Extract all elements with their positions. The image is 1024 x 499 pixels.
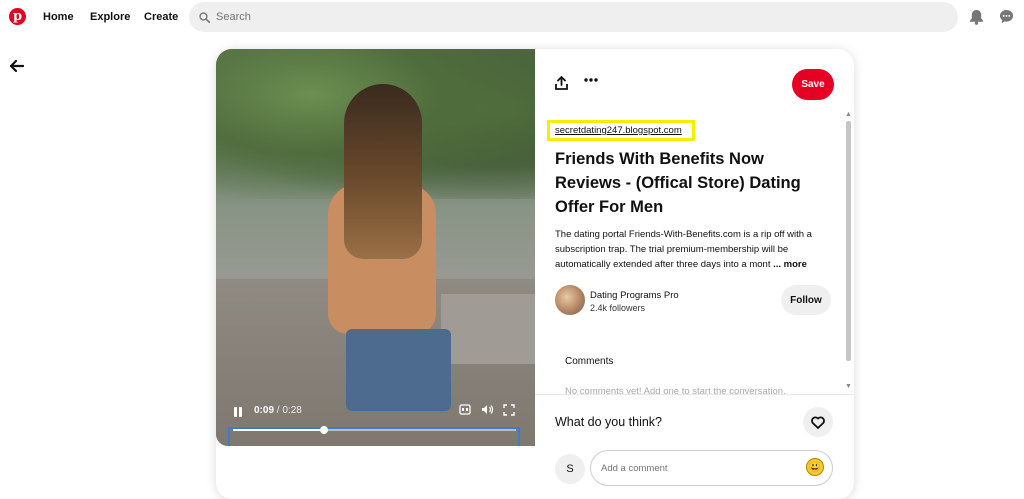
top-nav-bar: p Home Explore Create Search (0, 0, 1024, 34)
user-avatar[interactable]: S (555, 454, 585, 484)
scroll-up-icon[interactable]: ▲ (845, 111, 852, 118)
pin-details-pane: Save secretdating247.blogspot.com Friend… (535, 49, 854, 499)
creator-name[interactable]: Dating Programs Pro (590, 290, 679, 301)
video-player[interactable]: 0:09 / 0:28 (216, 49, 535, 446)
source-link[interactable]: secretdating247.blogspot.com (555, 125, 682, 136)
scroll-down-icon[interactable]: ▼ (845, 383, 852, 390)
current-time: 0:09 (254, 405, 275, 416)
more-link[interactable]: ... more (773, 259, 807, 270)
search-input[interactable]: Search (216, 11, 251, 23)
duration: / 0:28 (276, 405, 302, 416)
pin-title: Friends With Benefits Now Reviews - (Off… (555, 150, 801, 216)
progress-knob[interactable] (319, 426, 328, 434)
search-icon (199, 11, 210, 23)
notifications-bell-icon[interactable] (969, 9, 984, 25)
captions-icon[interactable] (459, 404, 471, 415)
pin-details-scroll[interactable]: secretdating247.blogspot.com Friends Wit… (535, 111, 854, 394)
comment-prompt: What do you think? (555, 415, 663, 429)
nav-home-link[interactable]: Home (43, 11, 74, 23)
heart-icon (811, 416, 825, 429)
emoji-picker-icon[interactable]: 😃 (806, 458, 824, 476)
video-controls: 0:09 / 0:28 (216, 399, 535, 446)
more-options-icon[interactable] (584, 77, 598, 83)
video-subject (316, 84, 451, 424)
creator-row: Dating Programs Pro 2.4k followers Follo… (555, 285, 835, 317)
comments-heading[interactable]: Comments (565, 356, 613, 367)
divider (535, 394, 854, 395)
pin-card: 0:09 / 0:28 Save secretdating247.blogspo… (216, 49, 854, 499)
comment-input[interactable] (590, 450, 833, 486)
follow-button[interactable]: Follow (781, 285, 831, 315)
messages-icon[interactable] (999, 9, 1014, 24)
nav-create-link[interactable]: Create (144, 11, 178, 23)
comments-empty-text: No comments yet! Add one to start the co… (565, 386, 786, 394)
pause-icon[interactable] (233, 406, 243, 418)
volume-icon[interactable] (481, 404, 494, 415)
follower-count: 2.4k followers (590, 303, 646, 313)
details-scrollbar[interactable]: ▲ ▼ (843, 111, 853, 394)
scrollbar-thumb[interactable] (846, 121, 851, 361)
search-bar[interactable]: Search (189, 2, 958, 32)
video-time: 0:09 / 0:28 (254, 405, 302, 416)
pin-description: The dating portal Friends-With-Benefits.… (555, 227, 825, 272)
pinterest-logo-icon[interactable]: p (9, 8, 26, 25)
video-progress-bar[interactable] (233, 426, 516, 434)
save-button[interactable]: Save (792, 69, 834, 100)
source-link-highlight: secretdating247.blogspot.com (547, 120, 695, 141)
share-icon[interactable] (555, 76, 568, 90)
back-arrow-icon[interactable] (10, 60, 24, 72)
fullscreen-icon[interactable] (503, 404, 515, 416)
creator-avatar[interactable] (555, 285, 585, 315)
nav-explore-link[interactable]: Explore (90, 11, 130, 23)
react-button[interactable] (803, 407, 833, 437)
